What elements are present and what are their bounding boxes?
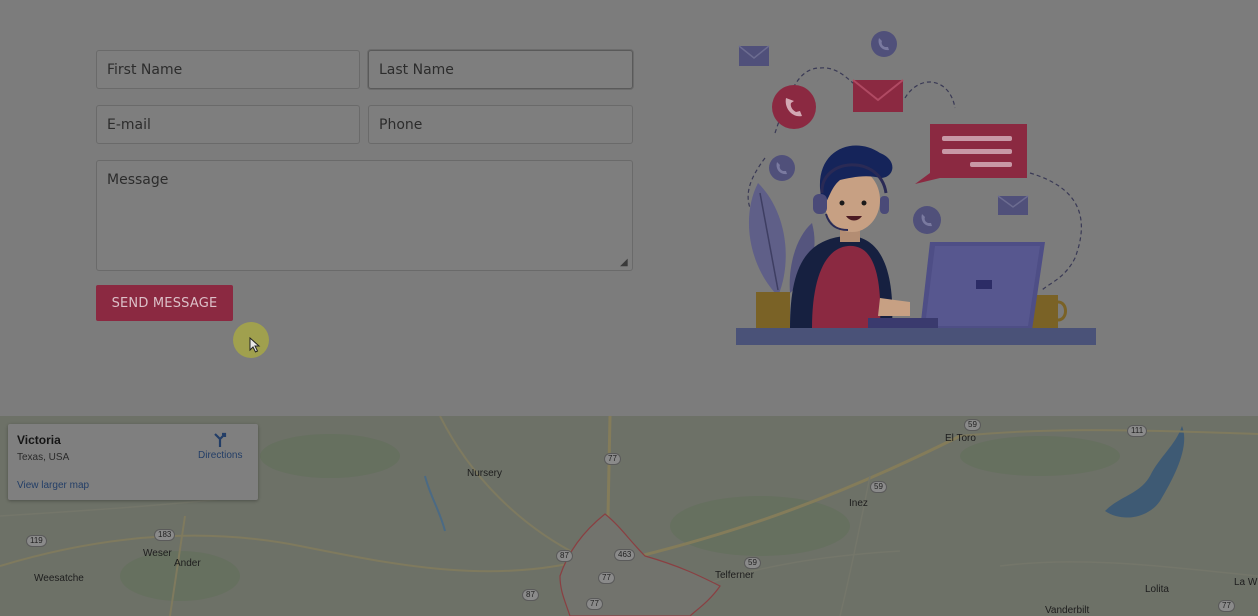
last-name-input[interactable] (368, 50, 633, 89)
chat-bubble-icon (915, 124, 1027, 184)
resize-grip-icon[interactable]: ◢ (620, 258, 630, 268)
highway-shield: 119 (26, 535, 47, 547)
phone-icon (772, 85, 816, 129)
map-place-label: Inez (849, 498, 868, 509)
phone-icon (871, 31, 897, 57)
directions-button[interactable]: Directions (198, 432, 242, 461)
send-message-button[interactable]: SEND MESSAGE (96, 285, 233, 321)
map-place-label: Weesatche (34, 573, 84, 584)
highway-shield: 59 (870, 481, 887, 493)
map-place-label: La W (1234, 577, 1258, 588)
highway-shield: 59 (964, 419, 981, 431)
map-place-label: Ander (174, 558, 201, 569)
phone-icon (913, 206, 941, 234)
view-larger-map-link[interactable]: View larger map (17, 480, 89, 491)
highway-shield: 463 (614, 549, 636, 561)
first-name-input[interactable] (96, 50, 360, 89)
map-place-label: Vanderbilt (1045, 605, 1090, 616)
highway-shield: 77 (604, 453, 621, 465)
mouse-pointer-icon (249, 337, 261, 353)
envelope-icon (852, 79, 904, 112)
highway-shield: 87 (556, 550, 573, 562)
highway-shield: 111 (1127, 425, 1148, 437)
place-subtitle: Texas, USA (17, 452, 70, 463)
email-input[interactable] (96, 105, 360, 144)
phone-icon (769, 155, 795, 181)
desk-illustration (736, 328, 1096, 345)
customer-support-illustration (736, 31, 1096, 345)
message-textarea[interactable] (96, 160, 633, 271)
envelope-icon (997, 195, 1029, 215)
map-place-label: Lolita (1145, 584, 1169, 595)
highway-shield: 59 (744, 557, 761, 569)
map-place-label: Telferner (715, 570, 754, 581)
map-place-card: Victoria Texas, USA View larger map Dire… (8, 424, 258, 500)
directions-label: Directions (198, 450, 243, 461)
mug-illustration (1032, 295, 1067, 328)
highway-shield: 77 (1218, 600, 1235, 612)
map-place-label: Nursery (467, 468, 503, 479)
place-title: Victoria (17, 433, 61, 447)
laptop-illustration (868, 242, 1045, 330)
map-place-label: El Toro (945, 433, 976, 444)
highway-shield: 87 (522, 589, 539, 601)
contact-form-section: ◢ SEND MESSAGE (0, 0, 1258, 416)
embedded-map[interactable]: Nursery El Toro Inez Weser Ander Weesatc… (0, 416, 1258, 616)
highway-shield: 183 (154, 529, 176, 541)
map-place-label: Weser (143, 548, 172, 559)
envelope-icon (738, 45, 770, 66)
directions-icon (214, 432, 227, 447)
phone-input[interactable] (368, 105, 633, 144)
highway-shield: 77 (586, 598, 603, 610)
highway-shield: 77 (598, 572, 615, 584)
